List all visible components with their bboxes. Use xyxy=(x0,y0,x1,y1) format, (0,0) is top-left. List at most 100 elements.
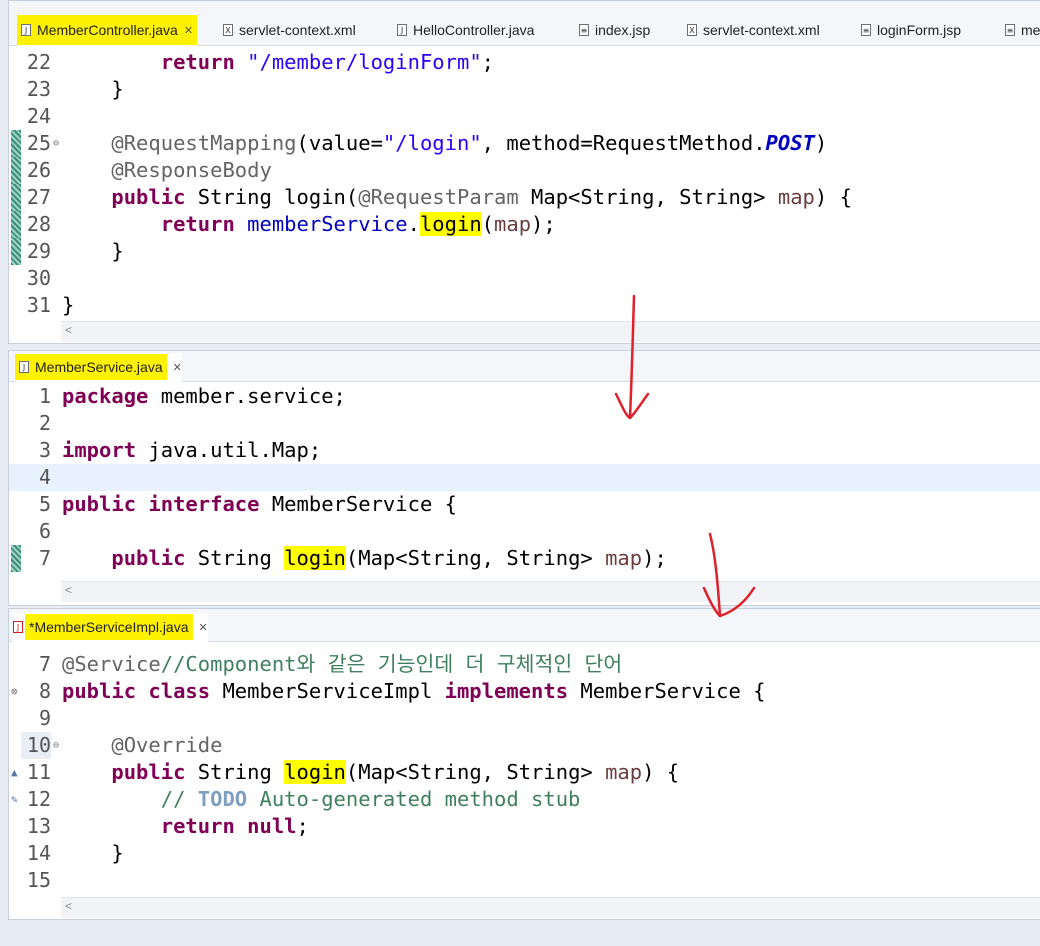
line-number: 30 xyxy=(26,266,51,290)
tab-label: HelloController.java xyxy=(413,22,535,38)
xml-file-icon: X xyxy=(687,24,697,36)
code-area[interactable]: 7 @Service//Component와 같은 기능인데 더 구체적인 단어 … xyxy=(9,651,1040,897)
annotation-arrow-down-2 xyxy=(702,532,756,618)
close-icon[interactable]: ✕ xyxy=(173,361,182,374)
tab-servlet-context[interactable]: X servlet-context.xml xyxy=(223,15,356,45)
line-number: 26 xyxy=(26,158,51,182)
close-icon[interactable]: ✕ xyxy=(199,621,208,634)
code-line: import java.util.Map; xyxy=(62,438,322,462)
code-line: public String login(Map<String, String> … xyxy=(111,760,680,784)
editor-pane-member-controller: J MemberController.java ✕ X servlet-cont… xyxy=(8,0,1040,344)
code-line: return null; xyxy=(160,814,309,838)
line-number: 24 xyxy=(26,104,51,128)
code-line: public String login(@RequestParam Map<St… xyxy=(111,185,852,209)
editor-pane-member-service: J MemberService.java ✕ 1 package member.s… xyxy=(8,350,1040,606)
tab-index-jsp[interactable]: ≡ index.jsp xyxy=(579,15,650,45)
java-error-file-icon: J xyxy=(13,621,23,633)
java-file-icon: J xyxy=(21,24,31,36)
code-line: @Override xyxy=(111,733,223,757)
line-number: 25 xyxy=(26,131,51,155)
tab-label: MemberController.java xyxy=(37,22,178,38)
tab-member-service[interactable]: J MemberService.java ✕ xyxy=(15,353,182,383)
java-file-icon: J xyxy=(19,361,29,373)
code-line: @Service//Component와 같은 기능인데 더 구체적인 단어 xyxy=(62,652,623,676)
change-marker xyxy=(11,184,21,211)
code-line: return memberService.login(map); xyxy=(160,212,556,236)
change-marker xyxy=(11,157,21,184)
code-line: @RequestMapping(value="/login", method=R… xyxy=(111,131,828,155)
change-marker xyxy=(11,238,21,265)
scroll-left-icon[interactable]: < xyxy=(65,899,72,913)
tab-label: *MemberServiceImpl.java xyxy=(29,619,189,635)
code-line: } xyxy=(62,293,75,317)
task-icon[interactable]: ✎ xyxy=(11,786,18,813)
line-number: 23 xyxy=(26,77,51,101)
fold-icon[interactable]: ⊖ xyxy=(53,732,59,759)
line-number: 27 xyxy=(26,185,51,209)
tab-label: loginForm.jsp xyxy=(877,22,962,38)
tab-label: servlet-context.xml xyxy=(703,22,820,38)
editor-tab-bar: J *MemberServiceImpl.java ✕ xyxy=(9,609,1040,643)
tab-hello-controller[interactable]: J HelloController.java xyxy=(397,15,534,45)
code-area[interactable]: 1 package member.service; 2 3 import java.… xyxy=(9,383,1040,579)
code-line: @ResponseBody xyxy=(111,158,272,182)
jsp-file-icon: ≡ xyxy=(861,24,871,36)
line-number: 4 xyxy=(38,465,51,489)
line-number: 9 xyxy=(38,706,51,730)
code-area[interactable]: 22 return "/member/loginForm"; 23 } 24 2… xyxy=(9,49,1040,319)
annotation-arrow-down-1 xyxy=(614,294,650,420)
tab-label: MemberService.java xyxy=(35,359,163,375)
tab-label: index.jsp xyxy=(595,22,651,38)
code-line: public interface MemberService { xyxy=(62,492,457,516)
line-number: 6 xyxy=(38,519,51,543)
code-line: public class MemberServiceImpl implement… xyxy=(62,679,766,703)
line-number: 22 xyxy=(26,50,51,74)
line-number: 7 xyxy=(38,652,51,676)
line-number: 12 xyxy=(26,787,51,811)
error-icon[interactable]: ⊗ xyxy=(11,678,18,705)
tab-servlet-context-2[interactable]: X servlet-context.xml xyxy=(687,15,820,45)
tab-member-controller[interactable]: J MemberController.java ✕ xyxy=(17,15,198,47)
editor-tab-bar: J MemberController.java ✕ X servlet-cont… xyxy=(9,1,1040,47)
code-line: package member.service; xyxy=(62,384,346,408)
code-line: } xyxy=(62,841,124,865)
fold-icon[interactable]: ⊖ xyxy=(53,130,59,157)
tab-login-form[interactable]: ≡ loginForm.jsp xyxy=(861,15,961,45)
code-line: return "/member/loginForm"; xyxy=(160,50,494,74)
change-marker xyxy=(11,130,21,157)
line-number: 1 xyxy=(38,384,51,408)
line-number: 15 xyxy=(26,868,51,892)
line-number: 13 xyxy=(26,814,51,838)
line-number: 28 xyxy=(26,212,51,236)
horizontal-scrollbar[interactable]: < xyxy=(61,581,1040,602)
close-icon[interactable]: ✕ xyxy=(184,24,193,37)
line-number: 7 xyxy=(38,546,51,570)
code-line: // TODO Auto-generated method stub xyxy=(160,787,581,811)
line-number: 11 xyxy=(26,760,51,784)
tab-label: servlet-context.xml xyxy=(239,22,356,38)
code-line: public String login(Map<String, String> … xyxy=(111,546,667,570)
change-marker xyxy=(11,545,21,572)
code-line: } xyxy=(62,239,124,263)
line-number: 2 xyxy=(38,411,51,435)
java-file-icon: J xyxy=(397,24,407,36)
editor-tab-bar: J MemberService.java ✕ xyxy=(9,351,1040,383)
code-line: } xyxy=(62,77,124,101)
line-number: 3 xyxy=(38,438,51,462)
line-number: 14 xyxy=(26,841,51,865)
scroll-left-icon[interactable]: < xyxy=(65,583,72,597)
line-number: 31 xyxy=(26,293,51,317)
tab-overflow[interactable]: ≡ me xyxy=(1005,15,1040,45)
jsp-file-icon: ≡ xyxy=(579,24,589,36)
horizontal-scrollbar[interactable]: < xyxy=(61,321,1040,342)
line-number: 10 xyxy=(21,732,51,759)
change-marker xyxy=(11,211,21,238)
line-number: 29 xyxy=(26,239,51,263)
override-icon[interactable]: ▲ xyxy=(11,759,18,786)
horizontal-scrollbar[interactable]: < xyxy=(61,897,1040,918)
editor-pane-member-service-impl: J *MemberServiceImpl.java ✕ 7 @Service//C… xyxy=(8,608,1040,920)
jsp-file-icon: ≡ xyxy=(1005,24,1015,36)
tab-member-service-impl[interactable]: J *MemberServiceImpl.java ✕ xyxy=(13,613,208,643)
scroll-left-icon[interactable]: < xyxy=(65,323,72,337)
tab-label: me xyxy=(1021,22,1040,38)
